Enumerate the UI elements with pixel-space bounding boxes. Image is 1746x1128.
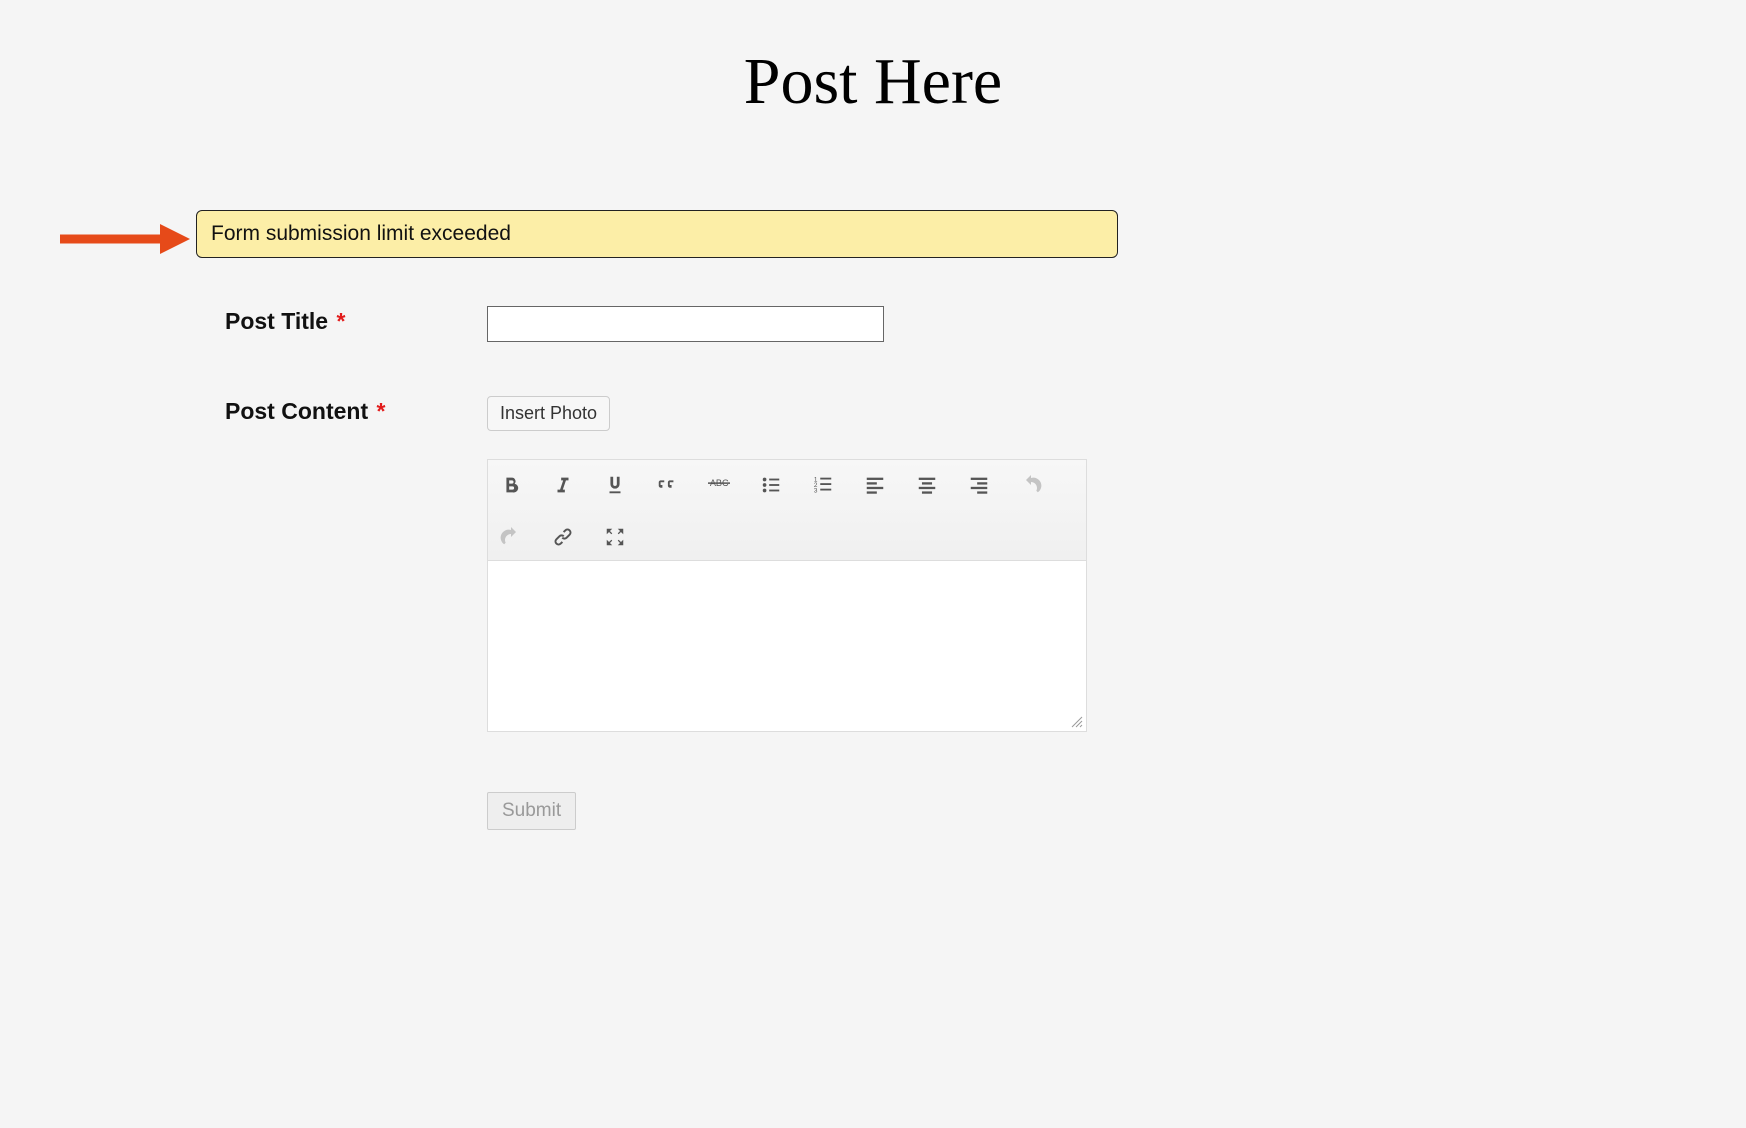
blockquote-icon[interactable] (650, 468, 684, 502)
alert-banner: Form submission limit exceeded (196, 210, 1118, 258)
required-marker: * (377, 398, 386, 424)
align-left-icon[interactable] (858, 468, 892, 502)
bold-icon[interactable] (494, 468, 528, 502)
post-title-label: Post Title * (225, 306, 487, 335)
insert-photo-button[interactable]: Insert Photo (487, 396, 610, 431)
post-form: Post Title * Post Content * Insert Photo (225, 306, 1125, 830)
redo-icon[interactable] (494, 520, 528, 554)
link-icon[interactable] (546, 520, 580, 554)
post-title-input[interactable] (487, 306, 884, 342)
submit-button[interactable]: Submit (487, 792, 576, 830)
callout-arrow (60, 219, 190, 259)
resize-handle-icon[interactable] (1070, 715, 1084, 729)
editor-textarea[interactable] (488, 561, 1086, 731)
fullscreen-icon[interactable] (598, 520, 632, 554)
post-content-label: Post Content * (225, 396, 487, 425)
rich-text-editor: ABC 123 (487, 459, 1087, 732)
align-center-icon[interactable] (910, 468, 944, 502)
undo-icon[interactable] (1014, 468, 1048, 502)
strikethrough-icon[interactable]: ABC (702, 468, 736, 502)
field-row-title: Post Title * (225, 306, 1125, 342)
bullet-list-icon[interactable] (754, 468, 788, 502)
label-text: Post Content (225, 398, 368, 424)
page-title: Post Here (0, 44, 1746, 120)
required-marker: * (337, 308, 346, 334)
field-row-content: Post Content * Insert Photo (225, 396, 1125, 732)
editor-toolbar: ABC 123 (488, 460, 1086, 561)
underline-icon[interactable] (598, 468, 632, 502)
italic-icon[interactable] (546, 468, 580, 502)
numbered-list-icon[interactable]: 123 (806, 468, 840, 502)
svg-text:3: 3 (814, 487, 818, 494)
label-text: Post Title (225, 308, 328, 334)
align-right-icon[interactable] (962, 468, 996, 502)
